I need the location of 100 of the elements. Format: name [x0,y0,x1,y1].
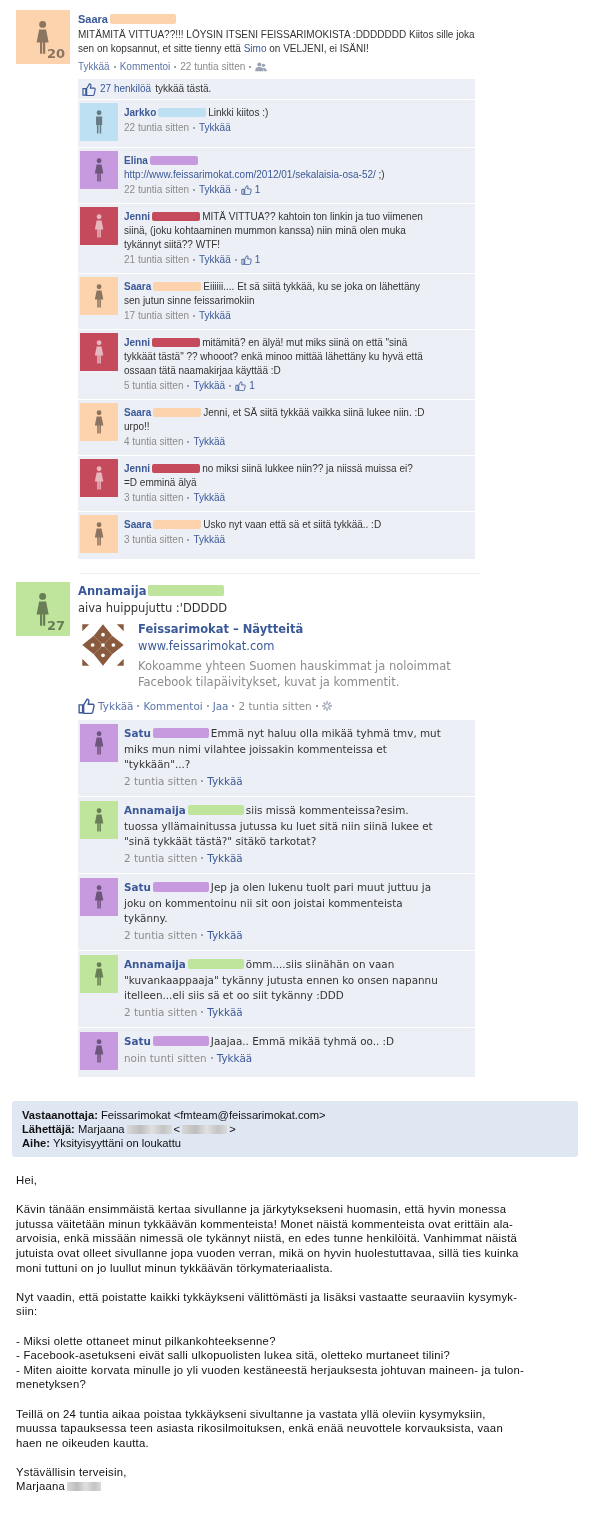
comment-text: Satu Jep ja olen lukenu tuolt pari muut juttuu ja joku on kommentoinu nii sit oon joistai kommenteista tykänny. [124,880,432,926]
action-link[interactable]: Kommentoi [143,698,203,714]
author-link[interactable]: Annamaija [124,958,186,970]
name-link[interactable]: Simo [243,43,267,54]
author-link[interactable]: Jenni [124,463,151,474]
comment-link[interactable]: http://www.feissarimokat.com/2012/01/sekalaisia-osa-52/ [124,169,376,180]
email-paragraph: Nyt vaadin, että poistatte kaikki tykkäykseni välittömästi ja lisäksi vastaatte seuraaviin kysymyk- siin: [16,1289,519,1319]
woman-icon [92,339,106,365]
comment-time: 3 tuntia sitten [124,533,184,547]
redacted-name [152,463,201,473]
pattern-logo[interactable] [80,622,126,668]
settings-icon [321,701,332,711]
like-count[interactable]: 1 [240,253,261,267]
comment-text: Annamaija siis missä kommenteissa?esim. tuossa yllämainitussa jutussa ku luet sitä niin siinä lukee et "sinä tykkäät tästä?" sitäkö tarkotat? [124,803,434,849]
comment-time: 5 tuntia sitten [124,379,184,393]
comment-time: 21 tuntia sitten [124,253,190,267]
comment-time: 2 tuntia sitten [124,850,198,866]
woman-icon [92,157,106,183]
author-link[interactable]: Jenni [124,337,151,348]
redacted-name [187,959,244,969]
comment-time: 2 tuntia sitten [124,927,198,943]
post-text: MITÄMITÄ VITTUA??!!! LÖYSIN ITSENI FEISSARIMOKISTA :DDDDDDD Kiitos sille joka sen on kopsannut, et sitte tienny että Simo on VELJENI, ei ISÄNI! [78,28,476,56]
like-count[interactable]: 1 [240,183,261,197]
action-link[interactable]: Jaa [212,698,229,714]
blurred-text [126,1125,172,1134]
author-link[interactable]: Saara [78,13,108,25]
redacted-name [153,281,202,291]
likes-text: tykkää tästä. [155,82,212,96]
avatar-count: 27 [46,618,65,633]
email-paragraph: Kävin tänään ensimmäistä kertaa sivullanne ja järkytyksekseni huomasin, että hyvin monessa jutussa väitetään minun tykkäävän kommenteista! Monet näistä kommenteista ovat erittäin ala- arvoisia, enkä missään nimessä ole tykännyt niistä, en edes tunne henkilöitä. Vanhimmat näistä jutuista ovat olleet sivullanne jopa vuoden verran, mikä on hyvin huolestuttavaa, sillä ties kuinka moni tuttuni on jo luullut minun tykkäävän törkymateriaalista. [16,1202,520,1276]
author-link[interactable]: Satu [124,1035,151,1047]
author-link[interactable]: Jarkko [124,107,157,118]
attachment-url[interactable]: www.feissarimokat.com [138,639,488,654]
comment-time: 2 tuntia sitten [124,1004,198,1020]
header-label: Aihe: [22,1137,50,1149]
comment-time: 22 tuntia sitten [124,121,190,135]
author-link[interactable]: Saara [124,519,152,530]
like-link[interactable]: Tykkää [193,435,226,449]
redacted-name [153,519,202,529]
thumbs-up-icon [82,82,96,96]
attachment-title[interactable]: Feissarimokat – Näytteitä [138,622,488,637]
woman-icon [92,807,106,833]
comment-text: Elina http://www.feissarimokat.com/2012/01/sekalaisia-osa-52/ ;) [124,154,386,182]
woman-icon [92,283,106,309]
header-value: Marjaana [77,1123,125,1135]
like-count-text: 1 [254,183,261,197]
redacted-name [153,407,202,417]
comment-time: 17 tuntia sitten [124,309,190,323]
like-link[interactable]: Tykkää [98,698,134,714]
like-link[interactable]: Tykkää [193,491,226,505]
comment-text: Jenni no miksi siinä lukkee niin?? ja niissä muissa ei? =D emminä älyä [124,462,414,490]
likers-link[interactable]: 27 henkilöä [100,82,152,96]
woman-icon [92,884,106,910]
like-link[interactable]: Tykkää [193,379,226,393]
email-paragraph: Teillä on 24 tuntia aikaa poistaa tykkäykseni sivultanne ja vastata yllä oleviin kysymyksiin, muussa tapauksessa teen asiasta rikosilmoituksen, enkä enää neuvottele korvauksista, vaan haen ne oikeuden kautta. [16,1406,504,1451]
comment-text: Saara Jenni, et SÄ siitä tykkää vaikka siinä lukee niin. :D urpo!! [124,406,425,434]
woman-icon [92,1038,106,1064]
email-signature: Marjaana [16,1480,66,1493]
comment-text: Satu Emmä nyt haluu olla mikää tyhmä tmv, mut miks mun nimi vilahtee joissakin kommenteissa et "tykkään"...? [124,726,442,772]
post-time: 2 tuntia sitten [238,698,312,714]
like-count-text: 1 [249,379,255,393]
redacted-name [152,337,201,347]
action-link[interactable]: Kommentoi [119,60,171,74]
redacted-name [158,107,207,117]
thumbs-up-icon[interactable] [78,698,95,714]
header-value: > [229,1123,236,1135]
comment-text: Jarkko Linkki kiitos :) [124,106,270,120]
like-link[interactable]: Tykkää [207,850,243,866]
comment-time: 4 tuntia sitten [124,435,184,449]
author-link[interactable]: Annamaija [78,584,147,598]
action-link[interactable]: Tykkää [78,60,110,74]
author-link[interactable]: Jenni [124,211,151,222]
like-link[interactable]: Tykkää [199,309,231,323]
author-link[interactable]: Saara [124,281,152,292]
like-link[interactable]: Tykkää [193,533,226,547]
redacted-name [152,1036,209,1046]
author-link[interactable]: Satu [124,881,151,893]
author-link[interactable]: Annamaija [124,804,186,816]
woman-icon [92,213,106,239]
author-link[interactable]: Satu [124,727,151,739]
like-link[interactable]: Tykkää [207,1004,243,1020]
author-link[interactable]: Saara [124,407,152,418]
like-link[interactable]: Tykkää [216,1050,253,1066]
like-count[interactable]: 1 [235,379,255,393]
header-value: < [173,1123,181,1135]
blurred-text [182,1125,228,1134]
email-paragraph: - Miksi olette ottaneet minut pilkankohteeksenne? - Facebook-asetukseni eivät salli ulkopuolisten lukea sitä, oletteko murtaneet tilini? - Miten aioitte korvata minulle jo yli vuoden kestäneestä herjauksesta johtuvan maineen- ja tulon- menetyksen? [16,1333,526,1392]
like-link[interactable]: Tykkää [199,183,231,197]
author-link[interactable]: Elina [124,155,148,166]
like-link[interactable]: Tykkää [199,121,231,135]
woman-icon [92,521,106,547]
header-value: Feissarimokat <fmteam@feissarimokat.com> [100,1109,326,1121]
comment-text: Jenni mitämitä? en älyä! mut miks siinä on että "sinä tykkäät tästä" ?? whooot? enkä minoo mittää lähettäny ku hyvä että ossaan tätä naamakirjaa käyttää :D [124,336,424,378]
like-link[interactable]: Tykkää [207,927,243,943]
redacted-name [110,13,176,24]
woman-icon [92,730,106,756]
email-paragraph: Hei, [16,1173,39,1188]
like-link[interactable]: Tykkää [199,253,231,267]
redacted-name [187,805,244,815]
like-link[interactable]: Tykkää [207,773,243,789]
